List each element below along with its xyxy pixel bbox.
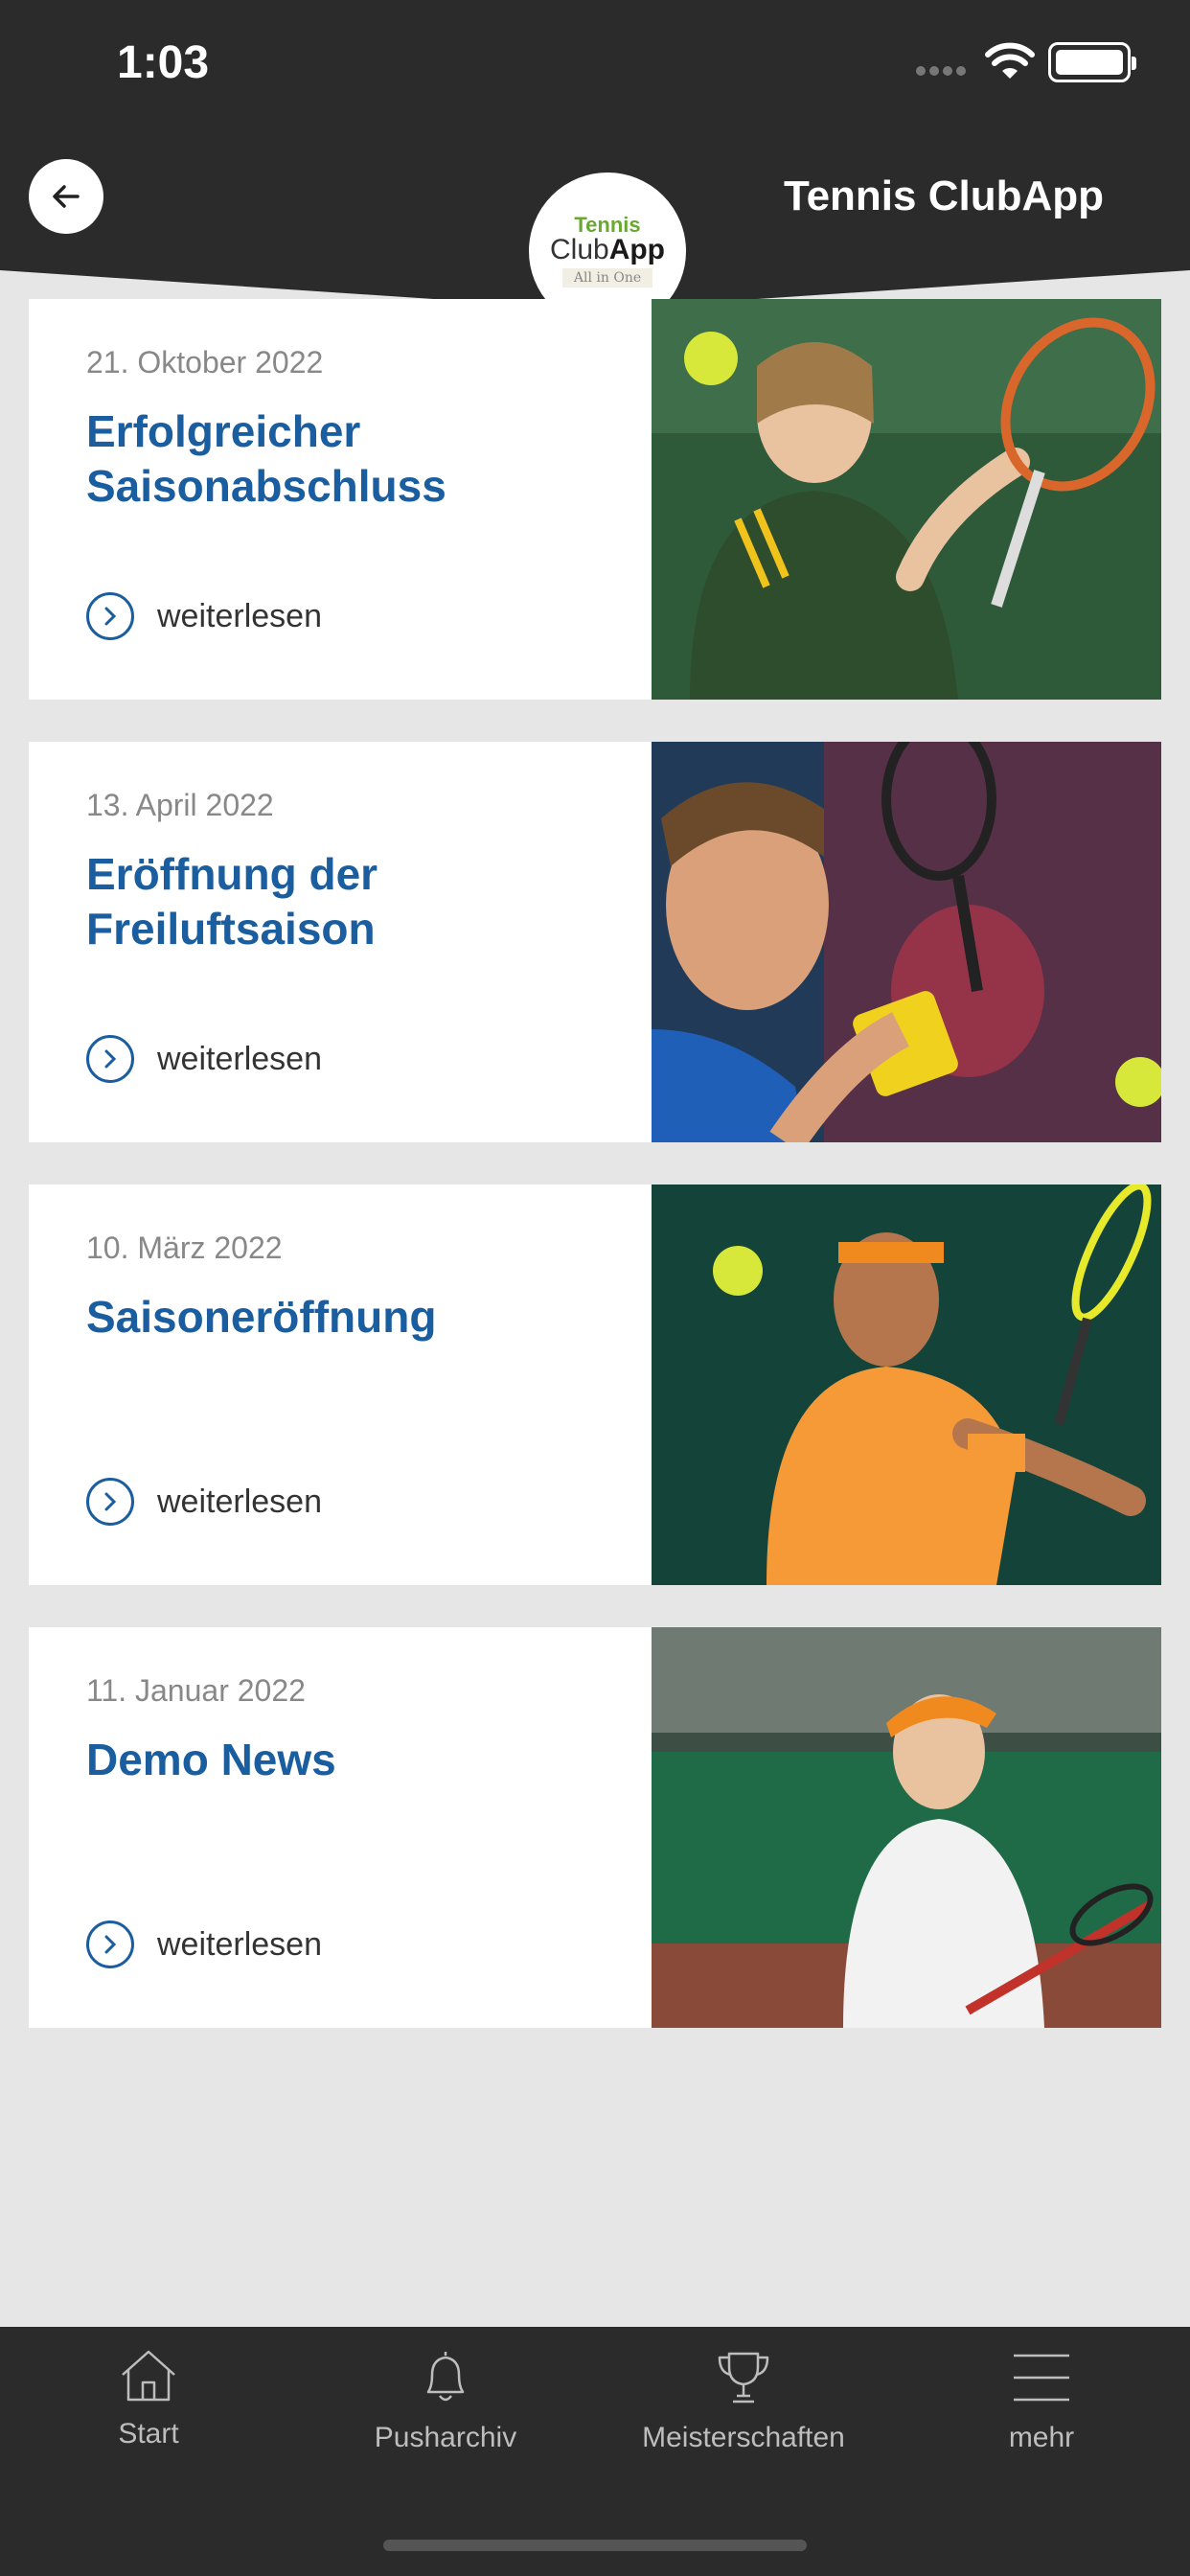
news-card[interactable]: 21. Oktober 2022 Erfolgreicher Saisonabs… [29, 299, 1161, 700]
tab-label: Pusharchiv [374, 2422, 517, 2453]
tab-pusharchiv[interactable]: Pusharchiv [302, 2348, 589, 2454]
read-more-label: weiterlesen [157, 597, 322, 634]
signal-icon [916, 63, 970, 80]
tab-bar: Start Pusharchiv Meisterschaften mehr [0, 2327, 1190, 2576]
tab-label: Meisterschaften [642, 2422, 845, 2453]
trophy-icon [718, 2352, 769, 2404]
read-more-link[interactable]: weiterlesen [86, 592, 322, 640]
tab-start[interactable]: Start [5, 2348, 292, 2450]
bell-icon [426, 2352, 465, 2402]
home-icon [122, 2350, 175, 2402]
arrow-left-icon [53, 185, 80, 208]
tab-label: mehr [1008, 2422, 1075, 2453]
battery-icon [1048, 42, 1136, 82]
menu-icon [1014, 2354, 1069, 2402]
back-button[interactable] [29, 159, 103, 234]
news-image[interactable] [652, 1184, 1161, 1585]
read-more-link[interactable]: weiterlesen [86, 1035, 322, 1083]
news-image[interactable] [652, 1627, 1161, 2028]
wifi-icon [985, 42, 1035, 85]
news-title[interactable]: Erfolgreicher Saisonabschluss [86, 404, 623, 514]
news-image[interactable] [652, 299, 1161, 700]
tab-label: Start [118, 2418, 179, 2450]
read-more-link[interactable]: weiterlesen [86, 1478, 322, 1526]
news-card[interactable]: 10. März 2022 Saisoneröffnung weiterlese… [29, 1184, 1161, 1585]
news-image[interactable] [652, 742, 1161, 1142]
news-list: 21. Oktober 2022 Erfolgreicher Saisonabs… [29, 299, 1161, 2070]
news-date: 10. März 2022 [86, 1230, 283, 1265]
logo-tennis-text: Tennis [574, 213, 641, 237]
news-card[interactable]: 11. Januar 2022 Demo News weiterlesen [29, 1627, 1161, 2028]
page-title: Tennis ClubApp [783, 172, 1104, 219]
tab-meisterschaften[interactable]: Meisterschaften [600, 2348, 887, 2454]
news-title[interactable]: Eröffnung der Freiluftsaison [86, 847, 623, 956]
news-date: 13. April 2022 [86, 788, 274, 822]
chevron-right-icon [86, 1920, 134, 1968]
logo-tagline: All in One [561, 268, 653, 288]
news-title[interactable]: Saisoneröffnung [86, 1290, 623, 1345]
chevron-right-icon [86, 1035, 134, 1083]
read-more-label: weiterlesen [157, 1925, 322, 1963]
status-time: 1:03 [117, 37, 210, 88]
read-more-label: weiterlesen [157, 1483, 322, 1520]
news-date: 11. Januar 2022 [86, 1673, 306, 1708]
news-card[interactable]: 13. April 2022 Eröffnung der Freiluftsai… [29, 742, 1161, 1142]
news-date: 21. Oktober 2022 [86, 345, 324, 380]
home-indicator[interactable] [383, 2540, 807, 2551]
read-more-link[interactable]: weiterlesen [86, 1920, 322, 1968]
logo-clubapp-text: ClubApp [549, 234, 666, 265]
read-more-label: weiterlesen [157, 1040, 322, 1077]
tab-mehr[interactable]: mehr [898, 2348, 1185, 2454]
news-title[interactable]: Demo News [86, 1733, 623, 1787]
chevron-right-icon [86, 592, 134, 640]
chevron-right-icon [86, 1478, 134, 1526]
